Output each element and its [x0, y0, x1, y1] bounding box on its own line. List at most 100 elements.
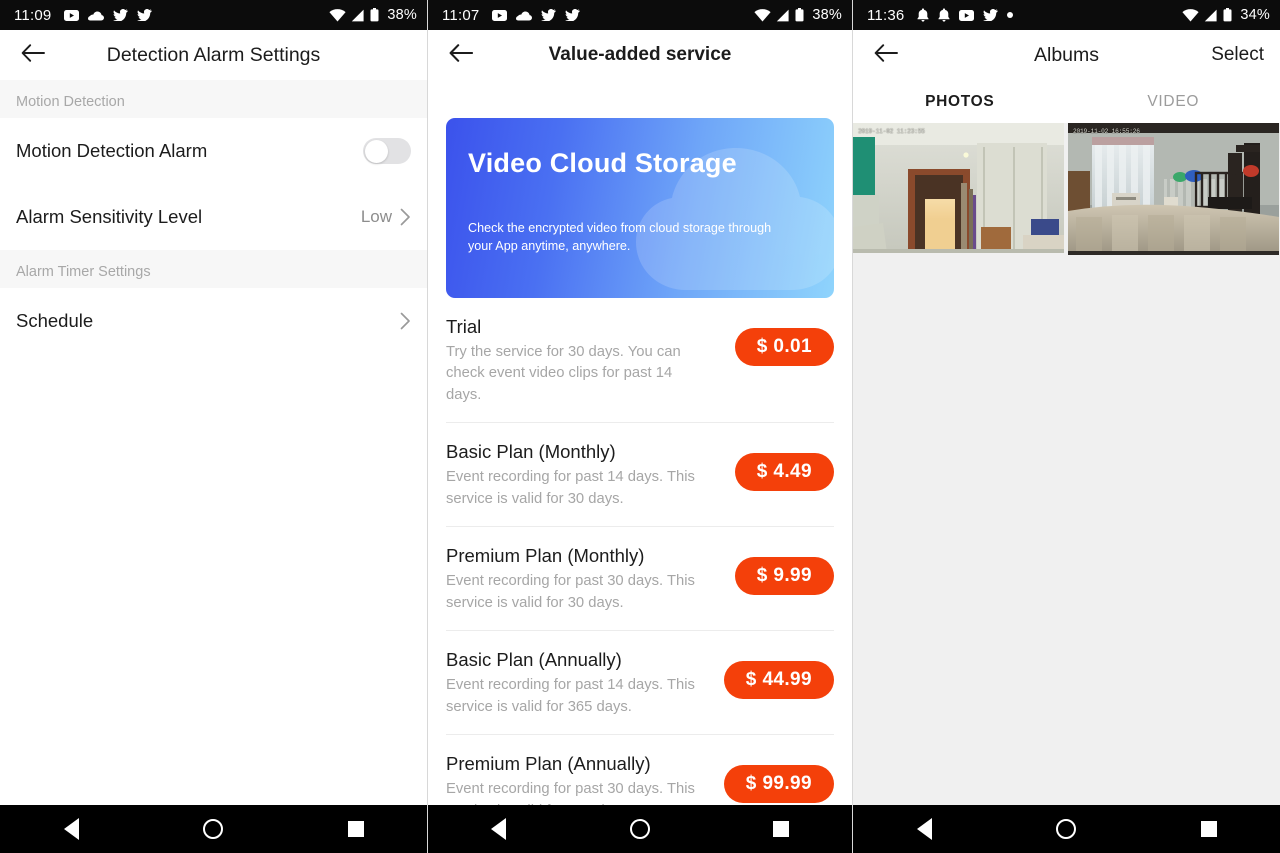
setting-label: Alarm Sensitivity Level	[16, 206, 203, 227]
wifi-icon	[1182, 8, 1199, 22]
tab-photos[interactable]: PHOTOS	[853, 80, 1067, 123]
plan-name: Premium Plan (Annually)	[446, 753, 651, 775]
back-button[interactable]	[869, 38, 903, 72]
back-arrow-icon	[874, 43, 898, 68]
page-title: Value-added service	[548, 44, 732, 65]
plan-row[interactable]: Premium Plan (Annually) Event recording …	[446, 735, 834, 805]
plan-name: Premium Plan (Monthly)	[446, 545, 645, 567]
plan-description: Try the service for 30 days. You can che…	[446, 344, 681, 403]
setting-row-motion-detection-alarm[interactable]: Motion Detection Alarm	[0, 118, 427, 184]
youtube-icon	[959, 9, 975, 21]
status-system-icons: 38%	[754, 7, 842, 23]
twitter-icon	[137, 9, 153, 21]
status-time: 11:36	[867, 6, 905, 24]
back-button[interactable]	[16, 38, 50, 72]
nav-back-button[interactable]	[894, 805, 954, 853]
thumbnail-timestamp: 2019-11-02 11:23:55	[858, 128, 925, 135]
android-nav-bar	[853, 805, 1280, 853]
nav-recents-square-icon	[773, 821, 790, 837]
nav-recents-button[interactable]	[1179, 805, 1239, 853]
twitter-icon	[983, 9, 999, 21]
photo-thumbnail[interactable]: 2019-11-02 16:55:26	[1068, 123, 1279, 255]
status-time: 11:07	[442, 6, 480, 24]
plan-row[interactable]: Basic Plan (Annually) Event recording fo…	[446, 631, 834, 736]
plan-description: Event recording for past 14 days. This s…	[446, 469, 695, 507]
photo-thumbnail[interactable]: 2019-11-02 11:23:55	[853, 123, 1064, 253]
back-button[interactable]	[444, 38, 478, 72]
plan-description: Event recording for past 30 days. This s…	[446, 781, 695, 805]
cellular-signal-icon	[1204, 9, 1218, 22]
banner-title: Video Cloud Storage	[468, 148, 737, 178]
thumbnail-timestamp: 2019-11-02 16:55:26	[1073, 128, 1140, 135]
video-cloud-storage-banner[interactable]: Video Cloud Storage Check the encrypted …	[446, 118, 834, 298]
android-nav-bar	[428, 805, 852, 853]
battery-percent: 34%	[1240, 7, 1270, 23]
plan-price-button[interactable]: $ 9.99	[734, 557, 834, 596]
nav-home-button[interactable]	[610, 805, 670, 853]
status-bar: 11:09 38%	[0, 0, 427, 30]
nav-home-button[interactable]	[183, 805, 243, 853]
plan-row[interactable]: Trial Try the service for 30 days. You c…	[446, 298, 834, 424]
setting-row-alarm-sensitivity-level[interactable]: Alarm Sensitivity Level Low	[0, 184, 427, 250]
status-system-icons: 34%	[1182, 7, 1270, 23]
battery-percent: 38%	[812, 7, 842, 23]
app-bar: Value-added service	[428, 30, 852, 80]
status-bar: 11:07 38%	[428, 0, 852, 30]
plan-description: Event recording for past 30 days. This s…	[446, 573, 695, 611]
album-tabs: PHOTOS VIDEO	[853, 80, 1280, 123]
status-notification-icons	[492, 9, 581, 21]
nav-home-circle-icon	[1056, 819, 1077, 839]
battery-percent: 38%	[387, 7, 417, 23]
status-notification-icons	[917, 8, 1014, 22]
youtube-icon	[492, 9, 508, 21]
nav-recents-square-icon	[1200, 821, 1217, 837]
nav-recents-button[interactable]	[326, 805, 386, 853]
nav-home-circle-icon	[629, 819, 650, 839]
select-button[interactable]: Select	[1211, 44, 1264, 66]
section-header-motion-detection: Motion Detection	[0, 80, 427, 118]
cellular-signal-icon	[776, 9, 790, 22]
nav-recents-square-icon	[347, 821, 364, 837]
sensitivity-value: Low	[360, 207, 392, 226]
nav-back-triangle-icon	[491, 818, 507, 840]
nav-back-button[interactable]	[469, 805, 529, 853]
page-title: Detection Alarm Settings	[106, 43, 321, 66]
nav-recents-button[interactable]	[751, 805, 811, 853]
wifi-icon	[329, 8, 346, 22]
plan-price-button[interactable]: $ 4.49	[734, 453, 834, 492]
nav-back-triangle-icon	[916, 818, 932, 840]
status-system-icons: 38%	[329, 7, 417, 23]
plan-name: Basic Plan (Monthly)	[446, 441, 616, 463]
setting-row-schedule[interactable]: Schedule	[0, 288, 427, 354]
bedroom-snapshot-image	[1068, 123, 1279, 255]
tab-video[interactable]: VIDEO	[1067, 80, 1280, 123]
twitter-icon	[113, 9, 129, 21]
twitter-icon	[565, 9, 581, 21]
plan-price-button[interactable]: $ 44.99	[723, 661, 834, 700]
banner-subtitle: Check the encrypted video from cloud sto…	[468, 221, 772, 254]
back-arrow-icon	[449, 43, 474, 68]
plan-price-button[interactable]: $ 0.01	[734, 328, 834, 366]
plan-name: Trial	[446, 316, 482, 337]
chevron-right-icon	[400, 208, 411, 226]
status-notification-icons	[64, 9, 153, 21]
bell-icon	[917, 8, 929, 22]
three-phone-screenshots: 11:09 38% Detection Alarm Settings Motio…	[0, 0, 1280, 853]
app-bar: Detection Alarm Settings	[0, 30, 427, 80]
plan-price-button[interactable]: $ 99.99	[723, 765, 834, 804]
screen-value-added-service: 11:07 38% Value-added service Video Clou…	[427, 0, 853, 853]
chevron-right-icon	[400, 312, 411, 330]
section-header-alarm-timer-settings: Alarm Timer Settings	[0, 250, 427, 288]
plan-row[interactable]: Premium Plan (Monthly) Event recording f…	[446, 527, 834, 632]
cloud-icon	[88, 10, 105, 21]
plan-row[interactable]: Basic Plan (Monthly) Event recording for…	[446, 423, 834, 528]
nav-home-button[interactable]	[1036, 805, 1096, 853]
battery-icon	[795, 8, 804, 22]
motion-detection-alarm-toggle[interactable]	[363, 138, 411, 164]
app-bar: Albums Select	[853, 30, 1280, 80]
nav-back-button[interactable]	[41, 805, 101, 853]
status-time: 11:09	[14, 6, 52, 24]
setting-label: Schedule	[16, 310, 94, 331]
plan-description: Event recording for past 14 days. This s…	[446, 677, 695, 715]
nav-home-circle-icon	[203, 819, 224, 839]
